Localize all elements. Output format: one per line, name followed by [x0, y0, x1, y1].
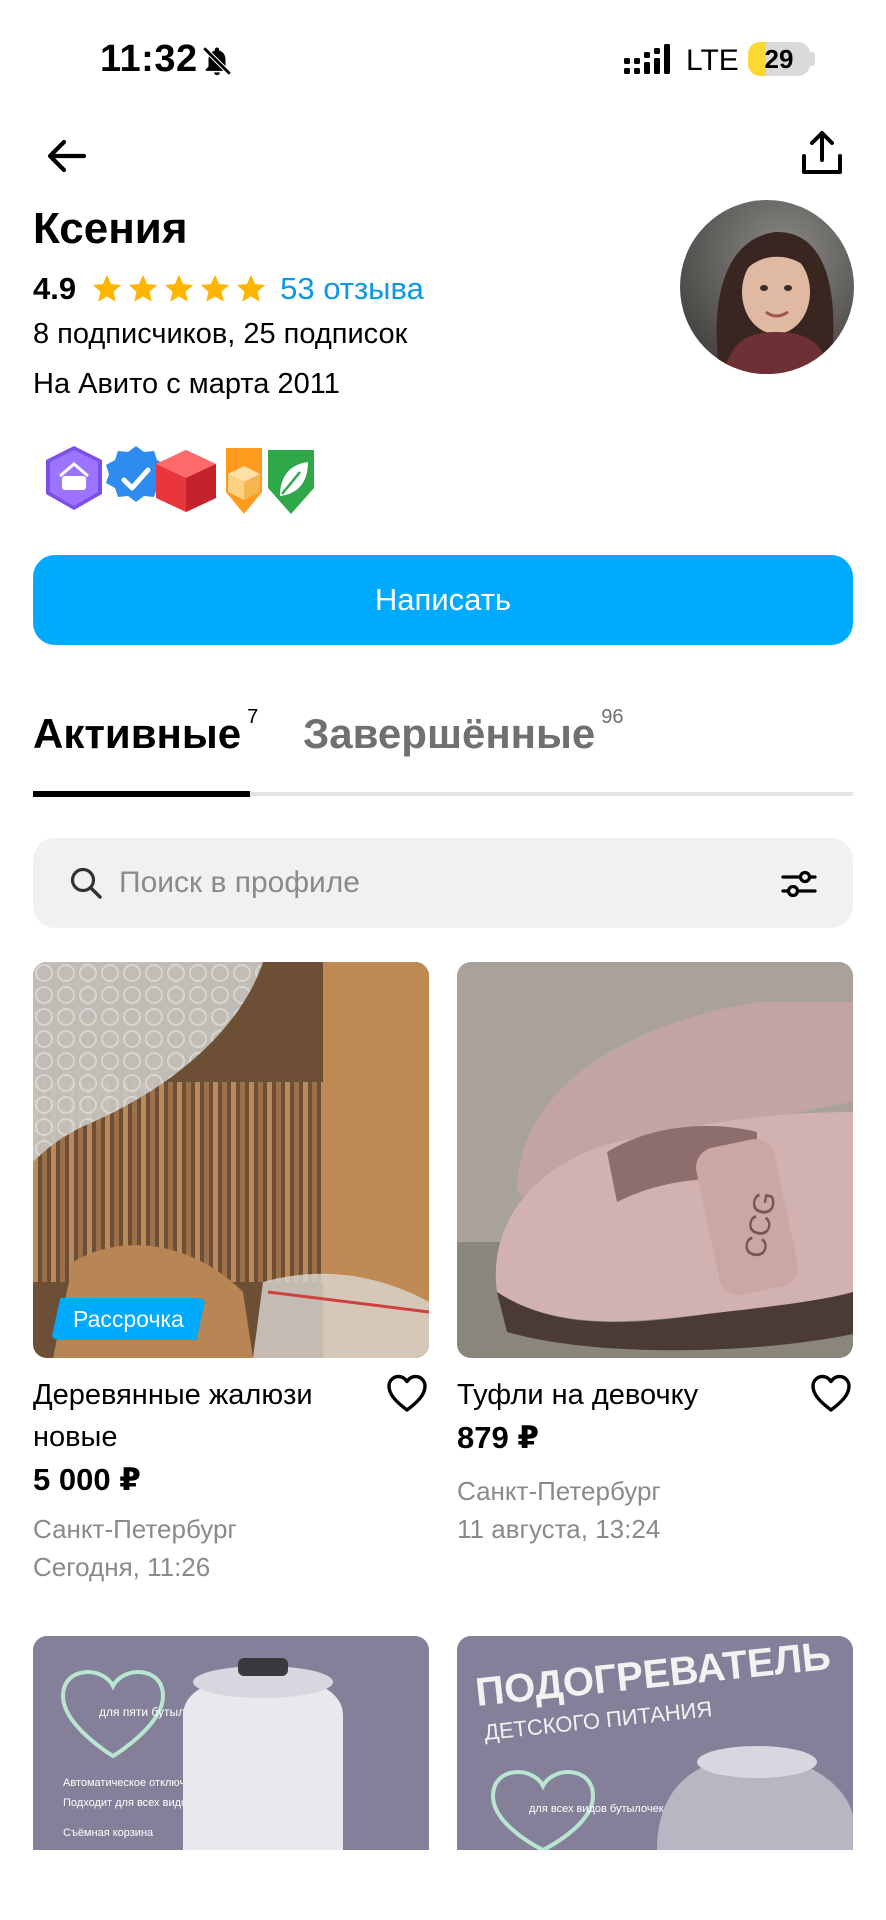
tab-completed[interactable]: Завершённые 96	[303, 706, 624, 758]
tab-active-count: 7	[247, 706, 259, 728]
listing-title[interactable]: Деревянные жалюзи новые	[33, 1374, 373, 1458]
rating-row: 4.9 53 отзыва	[33, 268, 424, 310]
star-icon	[92, 274, 122, 302]
delivery-badge-icon	[226, 448, 262, 514]
tab-active[interactable]: Активные 7	[33, 706, 258, 758]
shoes-photo: CCG	[457, 962, 853, 1358]
rating-value: 4.9	[33, 271, 77, 306]
sterilizer-photo: для пяти бутылочек Автоматическое отключ…	[33, 1636, 429, 1850]
back-arrow-icon	[47, 139, 86, 173]
profile-badges[interactable]	[36, 440, 336, 524]
search-input[interactable]	[119, 838, 779, 928]
battery-tip	[810, 52, 815, 66]
photo-text-5: для всех видов бутылочек	[529, 1803, 664, 1815]
profile-search-bar	[33, 838, 853, 928]
share-button[interactable]	[794, 126, 850, 182]
status-bar: 11:32 LTE 29	[0, 0, 886, 120]
listing-date: Сегодня, 11:26	[33, 1552, 211, 1582]
signal-icon	[624, 44, 670, 74]
profile-name: Ксения	[33, 204, 188, 253]
status-time: 11:32	[100, 38, 198, 80]
listing-photo[interactable]: CCG	[457, 962, 853, 1358]
tab-completed-count: 96	[601, 706, 624, 728]
bell-off-icon	[202, 46, 232, 76]
share-icon	[802, 131, 842, 174]
star-icon	[200, 274, 230, 302]
listing-date: 11 августа, 13:24	[457, 1514, 661, 1544]
star-icon	[128, 274, 158, 302]
write-message-button[interactable]: Написать	[33, 555, 853, 645]
listing-card[interactable]: Рассрочка Деревянные жалюзи новые 5 000 …	[33, 962, 429, 1592]
heart-icon[interactable]	[385, 1372, 429, 1416]
installment-tag: Рассрочка	[51, 1298, 206, 1340]
listing-card[interactable]: CCG Туфли на девочку 879 ₽ Санкт-Петербу…	[457, 962, 853, 1552]
listing-price: 879 ₽	[457, 1420, 539, 1455]
tab-active-label: Активные	[33, 710, 242, 757]
star-icon	[164, 274, 194, 302]
listing-card[interactable]: ПОДОГРЕВАТЕЛЬ ДЕТСКОГО ПИТАНИЯ для всех …	[457, 1636, 853, 1850]
basket-badge-icon	[46, 446, 102, 510]
member-since: На Авито с марта 2011	[33, 368, 340, 400]
box-badge-icon	[156, 450, 216, 512]
reviews-link[interactable]: 53 отзыва	[280, 271, 424, 307]
back-button[interactable]	[40, 130, 92, 182]
eco-leaf-badge-icon	[268, 450, 314, 514]
listing-photo[interactable]: ПОДОГРЕВАТЕЛЬ ДЕТСКОГО ПИТАНИЯ для всех …	[457, 1636, 853, 1850]
warmer-photo: ПОДОГРЕВАТЕЛЬ ДЕТСКОГО ПИТАНИЯ для всех …	[457, 1636, 853, 1850]
photo-text-4: Съёмная корзина	[63, 1827, 154, 1839]
star-icon	[236, 274, 266, 302]
tab-completed-label: Завершённые	[303, 710, 596, 757]
bottom-safe-area	[0, 1850, 886, 1920]
heart-icon[interactable]	[809, 1372, 853, 1416]
listing-tabs: Активные 7 Завершённые 96	[33, 706, 853, 797]
filter-settings-icon[interactable]	[779, 864, 819, 904]
listing-photo[interactable]: для пяти бутылочек Автоматическое отключ…	[33, 1636, 429, 1850]
rating-stars	[90, 272, 270, 306]
network-type: LTE	[686, 44, 739, 77]
listing-photo[interactable]: Рассрочка	[33, 962, 429, 1358]
subscribers-info[interactable]: 8 подписчиков, 25 подписок	[33, 318, 407, 351]
avatar[interactable]	[680, 200, 854, 374]
battery-level: 29	[764, 44, 794, 74]
search-icon	[70, 867, 102, 899]
listing-city: Санкт-Петербург	[33, 1514, 237, 1544]
tabs-active-indicator	[33, 791, 250, 797]
listing-card[interactable]: для пяти бутылочек Автоматическое отключ…	[33, 1636, 429, 1850]
avatar-photo	[680, 200, 854, 374]
listing-city: Санкт-Петербург	[457, 1476, 661, 1506]
listing-price: 5 000 ₽	[33, 1462, 141, 1497]
battery-indicator: 29	[748, 42, 810, 76]
listing-title[interactable]: Туфли на девочку	[457, 1374, 797, 1416]
